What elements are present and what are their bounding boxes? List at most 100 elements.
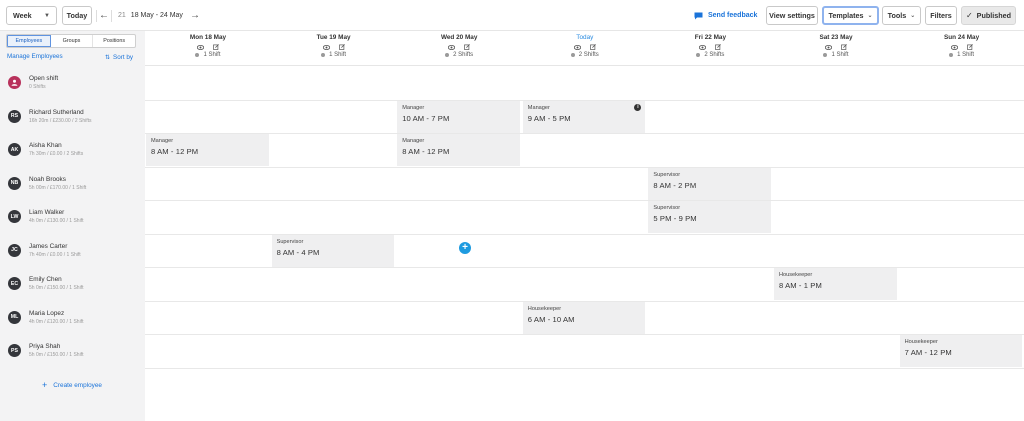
employee-row[interactable]: LW Liam Walker 4h 0m / £130.00 / 1 Shift [0, 200, 145, 233]
employee-name: Open shift [29, 75, 59, 82]
sort-by-button[interactable]: ⇅ Sort by [105, 54, 133, 61]
chat-bubble-icon [694, 12, 703, 19]
shift-card[interactable]: Housekeeper 8 AM - 1 PM [774, 268, 897, 300]
employee-name: Liam Walker [29, 209, 65, 216]
edit-icon[interactable] [841, 44, 847, 50]
shift-card[interactable]: Housekeeper 6 AM - 10 AM [522, 301, 646, 334]
day-column-header: Sat 23 May 1 Shift [773, 31, 899, 66]
schedule-grid: + Manager 10 AM - 7 PM Manager 9 AM - 5 PM i… [145, 66, 1024, 369]
status-dot-icon [696, 53, 701, 57]
employee-name: James Carter [29, 242, 68, 250]
add-shift-button[interactable]: + [459, 242, 471, 254]
shift-card[interactable]: Supervisor 5 PM - 9 PM [648, 201, 771, 233]
employee-summary: 7h 30m / £0.00 / 2 Shifts [29, 151, 84, 157]
employee-summary: 4h 0m / £120.00 / 1 Shift [29, 318, 84, 325]
edit-icon[interactable] [715, 44, 722, 50]
shift-position: Manager [151, 138, 174, 144]
shift-card[interactable]: Supervisor 8 AM - 2 PM [648, 167, 771, 200]
shift-count-label: 2 Shifts [453, 52, 474, 58]
today-button[interactable]: Today [62, 6, 92, 25]
date-range[interactable]: 18 May - 24 May [131, 12, 183, 19]
shift-position: Supervisor [653, 205, 681, 211]
day-label: Sat 23 May [819, 34, 853, 41]
employee-row[interactable]: NB Noah Brooks 5h 00m / £170.00 / 1 Shift [0, 167, 145, 200]
employee-row[interactable]: ML Maria Lopez 4h 0m / £120.00 / 1 Shift [0, 301, 145, 334]
status-dot-icon [823, 53, 828, 57]
day-actions [773, 43, 899, 51]
avatar: JC [8, 243, 21, 257]
employee-summary: 0 Shifts [29, 84, 46, 90]
employee-name: Priya Shah [29, 343, 61, 350]
eye-icon[interactable] [825, 44, 832, 50]
view-select[interactable]: Week ▼ [6, 6, 57, 25]
tab-positions[interactable]: Positions [93, 35, 135, 47]
row-divider [145, 133, 1024, 134]
day-shift-count: 1 Shift [899, 52, 1024, 58]
next-week-arrow-icon[interactable]: → [188, 10, 202, 21]
filters-button[interactable]: Filters [925, 6, 957, 25]
view-settings-button[interactable]: View settings [766, 6, 818, 25]
employee-summary: 5h 00m / £170.00 / 1 Shift [29, 184, 87, 191]
shift-count-label: 1 Shift [957, 52, 975, 58]
shift-card[interactable]: Manager 9 AM - 5 PM i [522, 100, 646, 133]
eye-icon[interactable] [699, 44, 707, 50]
info-icon[interactable]: i [634, 103, 642, 111]
edit-icon[interactable] [589, 44, 596, 50]
manage-employees-link[interactable]: Manage Employees [7, 53, 63, 60]
tab-employees[interactable]: Employees [7, 35, 51, 47]
employee-name: Noah Brooks [29, 175, 66, 183]
day-actions [271, 43, 397, 51]
employee-row[interactable]: AK Aisha Khan 7h 30m / £0.00 / 2 Shifts [0, 133, 145, 166]
employee-row[interactable]: RS Richard Sutherland 16h 20m / £230.00 / … [0, 100, 145, 133]
create-employee-button[interactable]: + Create employee [42, 380, 102, 390]
employee-row[interactable]: PS Priya Shah 5h 0m / £150.00 / 1 Shift [0, 334, 145, 367]
avatar: RS [8, 109, 21, 123]
previous-week-arrow-icon[interactable]: ← [97, 10, 111, 21]
tools-label: Tools [887, 11, 907, 20]
day-column-header: Mon 18 May 1 Shift [145, 31, 271, 66]
tools-dropdown[interactable]: Tools ⌄ [882, 6, 921, 25]
shift-card[interactable]: Manager 8 AM - 12 PM [397, 134, 520, 166]
employee-row[interactable]: Open shift 0 Shifts [0, 66, 145, 99]
shift-card[interactable]: Supervisor 8 AM - 4 PM [271, 234, 395, 267]
employee-row[interactable]: JC James Carter 7h 40m / £0.00 / 1 Shift [0, 234, 145, 267]
eye-icon[interactable] [322, 44, 330, 50]
day-shift-count: 1 Shift [773, 52, 899, 58]
templates-dropdown[interactable]: Templates ⌄ [822, 6, 879, 25]
status-dot-icon [445, 53, 450, 57]
divider [111, 9, 112, 22]
templates-label: Templates [828, 11, 864, 20]
shift-position: Housekeeper [527, 305, 562, 312]
employee-sidebar: Employees Groups Positions Manage Employ… [0, 31, 145, 421]
plus-icon: + [42, 380, 48, 390]
edit-icon[interactable] [338, 44, 345, 50]
eye-icon[interactable] [573, 44, 581, 50]
avatar: LW [8, 210, 21, 223]
chevron-down-icon: ⌄ [867, 13, 873, 19]
tab-groups[interactable]: Groups [51, 35, 94, 47]
day-label: Tue 19 May [316, 34, 351, 41]
shift-time: 5 PM - 9 PM [653, 214, 697, 223]
edit-icon[interactable] [464, 44, 471, 50]
edit-icon[interactable] [966, 44, 973, 50]
open-shift-avatar-icon [8, 76, 21, 89]
published-button[interactable]: ✓ Published [961, 6, 1016, 25]
day-shift-count: 1 Shift [271, 52, 397, 58]
shift-position: Supervisor [276, 238, 304, 245]
edit-icon[interactable] [213, 44, 219, 50]
shift-card[interactable]: Manager 10 AM - 7 PM [397, 100, 520, 133]
day-column-header: Wed 20 May 2 Shifts [396, 31, 522, 66]
shift-card[interactable]: Housekeeper 7 AM - 12 PM [899, 335, 1023, 367]
eye-icon[interactable] [950, 44, 958, 50]
day-label: Wed 20 May [440, 34, 478, 41]
eye-icon[interactable] [197, 44, 204, 50]
shift-time: 8 AM - 4 PM [276, 247, 320, 257]
shift-position: Manager [527, 104, 550, 111]
employee-row[interactable]: EC Emily Chen 5h 0m / £150.00 / 1 Shift [0, 267, 145, 300]
eye-icon[interactable] [448, 44, 456, 50]
shift-time: 8 AM - 12 PM [151, 147, 199, 156]
shift-card[interactable]: Manager 8 AM - 12 PM [146, 134, 269, 166]
shift-count-label: 1 Shift [203, 52, 221, 58]
day-label: Mon 18 May [189, 34, 227, 41]
send-feedback-link[interactable]: Send feedback [694, 6, 757, 25]
